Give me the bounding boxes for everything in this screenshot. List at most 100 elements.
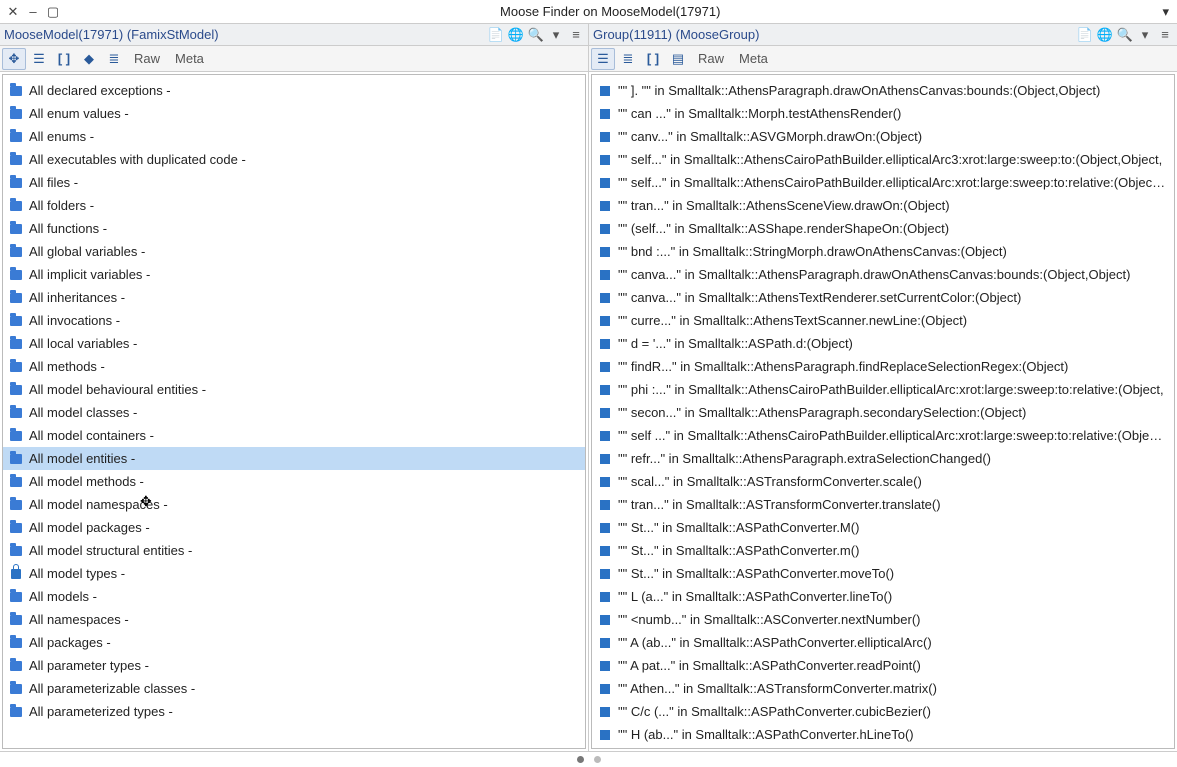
meta-btn[interactable]: Meta (168, 48, 211, 70)
list-item[interactable]: "" phi :..." in Smalltalk::AthensCairoPa… (592, 378, 1174, 401)
list-item[interactable]: All model entities - (3, 447, 585, 470)
list-item[interactable]: All parameter types - (3, 654, 585, 677)
list-item-label: All parameterized types - (29, 704, 173, 719)
list-item[interactable]: All methods - (3, 355, 585, 378)
list-item[interactable]: All model packages - (3, 516, 585, 539)
list-item[interactable]: "" self ..." in Smalltalk::AthensCairoPa… (592, 424, 1174, 447)
right-breadcrumb[interactable]: Group(11911) (MooseGroup) (593, 27, 759, 42)
list-item-label: "" (self..." in Smalltalk::ASShape.rende… (618, 221, 949, 236)
search-icon[interactable]: 🔍 (1117, 27, 1133, 43)
list-item[interactable]: All model classes - (3, 401, 585, 424)
close-icon[interactable]: ✕ (6, 5, 20, 19)
view-indent-btn[interactable]: ≣ (102, 48, 126, 70)
list-item[interactable]: "" curre..." in Smalltalk::AthensTextSca… (592, 309, 1174, 332)
maximize-icon[interactable]: ▢ (46, 5, 60, 19)
list-item[interactable]: All model methods - (3, 470, 585, 493)
globe-icon[interactable]: 🌐 (508, 27, 524, 43)
list-item-label: All executables with duplicated code - (29, 152, 246, 167)
view-brackets-btn[interactable]: [ ] (641, 48, 665, 70)
list-item[interactable]: All local variables - (3, 332, 585, 355)
minimize-icon[interactable]: – (26, 5, 40, 19)
view-layers-btn[interactable]: ◆ (77, 48, 101, 70)
list-item[interactable]: All parameterized types - (3, 700, 585, 723)
list-item[interactable]: "" canva..." in Smalltalk::AthensParagra… (592, 263, 1174, 286)
action-icon[interactable]: 📄 (1077, 27, 1093, 43)
list-item-label: "" self ..." in Smalltalk::AthensCairoPa… (618, 428, 1168, 443)
folder-icon (9, 337, 23, 351)
left-list[interactable]: All declared exceptions -All enum values… (2, 74, 586, 749)
right-list[interactable]: "" ]. "" in Smalltalk::AthensParagraph.d… (591, 74, 1175, 749)
page-dot[interactable] (577, 756, 584, 763)
list-item[interactable]: "" tran..." in Smalltalk::ASTransformCon… (592, 493, 1174, 516)
list-item[interactable]: "" bnd :..." in Smalltalk::StringMorph.d… (592, 240, 1174, 263)
list-item[interactable]: "" secon..." in Smalltalk::AthensParagra… (592, 401, 1174, 424)
list-item[interactable]: All inheritances - (3, 286, 585, 309)
left-breadcrumb[interactable]: MooseModel(17971) (FamixStModel) (4, 27, 219, 42)
list-item[interactable]: All folders - (3, 194, 585, 217)
list-item[interactable]: All model types - (3, 562, 585, 585)
list-item[interactable]: "" canva..." in Smalltalk::AthensTextRen… (592, 286, 1174, 309)
list-item[interactable]: "" tran..." in Smalltalk::AthensSceneVie… (592, 194, 1174, 217)
view-detail-btn[interactable]: ▤ (666, 48, 690, 70)
view-brackets-btn[interactable]: [ ] (52, 48, 76, 70)
chevron-down-icon[interactable]: ▾ (1137, 27, 1153, 43)
list-item[interactable]: "" canv..." in Smalltalk::ASVGMorph.draw… (592, 125, 1174, 148)
list-item[interactable]: "" self..." in Smalltalk::AthensCairoPat… (592, 148, 1174, 171)
list-item[interactable]: All implicit variables - (3, 263, 585, 286)
view-indent-btn[interactable]: ≣ (616, 48, 640, 70)
menu-icon[interactable]: ≡ (568, 27, 584, 43)
globe-icon[interactable]: 🌐 (1097, 27, 1113, 43)
view-tree-btn[interactable]: ✥ (2, 48, 26, 70)
list-item[interactable]: All parameterizable classes - (3, 677, 585, 700)
view-list-btn[interactable]: ☰ (27, 48, 51, 70)
chevron-down-icon[interactable]: ▾ (548, 27, 564, 43)
list-item[interactable]: All model containers - (3, 424, 585, 447)
list-item[interactable]: "" A pat..." in Smalltalk::ASPathConvert… (592, 654, 1174, 677)
list-item[interactable]: "" refr..." in Smalltalk::AthensParagrap… (592, 447, 1174, 470)
list-item[interactable]: All models - (3, 585, 585, 608)
list-item[interactable]: "" St..." in Smalltalk::ASPathConverter.… (592, 562, 1174, 585)
folder-icon (9, 107, 23, 121)
list-item-label: All invocations - (29, 313, 120, 328)
list-item[interactable]: "" In th..." in Smalltalk::PolygonMorph.… (592, 746, 1174, 749)
page-dot[interactable] (594, 756, 601, 763)
list-item[interactable]: "" self..." in Smalltalk::AthensCairoPat… (592, 171, 1174, 194)
square-icon (598, 521, 612, 535)
list-item[interactable]: "" ]. "" in Smalltalk::AthensParagraph.d… (592, 79, 1174, 102)
list-item[interactable]: All functions - (3, 217, 585, 240)
list-item[interactable]: "" Athen..." in Smalltalk::ASTransformCo… (592, 677, 1174, 700)
list-item[interactable]: "" St..." in Smalltalk::ASPathConverter.… (592, 516, 1174, 539)
list-item[interactable]: All global variables - (3, 240, 585, 263)
list-item[interactable]: All packages - (3, 631, 585, 654)
search-icon[interactable]: 🔍 (528, 27, 544, 43)
list-item[interactable]: "" A (ab..." in Smalltalk::ASPathConvert… (592, 631, 1174, 654)
list-item[interactable]: All model behavioural entities - (3, 378, 585, 401)
list-item[interactable]: All namespaces - (3, 608, 585, 631)
window-menu-icon[interactable]: ▾ (1154, 4, 1177, 20)
list-item[interactable]: "" scal..." in Smalltalk::ASTransformCon… (592, 470, 1174, 493)
list-item[interactable]: "" d = '..." in Smalltalk::ASPath.d:(Obj… (592, 332, 1174, 355)
list-item[interactable]: "" H (ab..." in Smalltalk::ASPathConvert… (592, 723, 1174, 746)
list-item-label: "" St..." in Smalltalk::ASPathConverter.… (618, 543, 859, 558)
meta-btn[interactable]: Meta (732, 48, 775, 70)
list-item[interactable]: All enum values - (3, 102, 585, 125)
list-item[interactable]: All model namespaces - (3, 493, 585, 516)
view-list-btn[interactable]: ☰ (591, 48, 615, 70)
list-item[interactable]: "" St..." in Smalltalk::ASPathConverter.… (592, 539, 1174, 562)
raw-btn[interactable]: Raw (691, 48, 731, 70)
list-item[interactable]: "" can ..." in Smalltalk::Morph.testAthe… (592, 102, 1174, 125)
list-item[interactable]: All invocations - (3, 309, 585, 332)
list-item[interactable]: All files - (3, 171, 585, 194)
menu-icon[interactable]: ≡ (1157, 27, 1173, 43)
list-item[interactable]: "" (self..." in Smalltalk::ASShape.rende… (592, 217, 1174, 240)
raw-btn[interactable]: Raw (127, 48, 167, 70)
list-item[interactable]: All declared exceptions - (3, 79, 585, 102)
action-icon[interactable]: 📄 (488, 27, 504, 43)
list-item[interactable]: "" L (a..." in Smalltalk::ASPathConverte… (592, 585, 1174, 608)
list-item[interactable]: All executables with duplicated code - (3, 148, 585, 171)
list-item[interactable]: "" C/c (..." in Smalltalk::ASPathConvert… (592, 700, 1174, 723)
list-item[interactable]: "" findR..." in Smalltalk::AthensParagra… (592, 355, 1174, 378)
list-item[interactable]: All enums - (3, 125, 585, 148)
list-item[interactable]: "" <numb..." in Smalltalk::ASConverter.n… (592, 608, 1174, 631)
list-item[interactable]: All model structural entities - (3, 539, 585, 562)
